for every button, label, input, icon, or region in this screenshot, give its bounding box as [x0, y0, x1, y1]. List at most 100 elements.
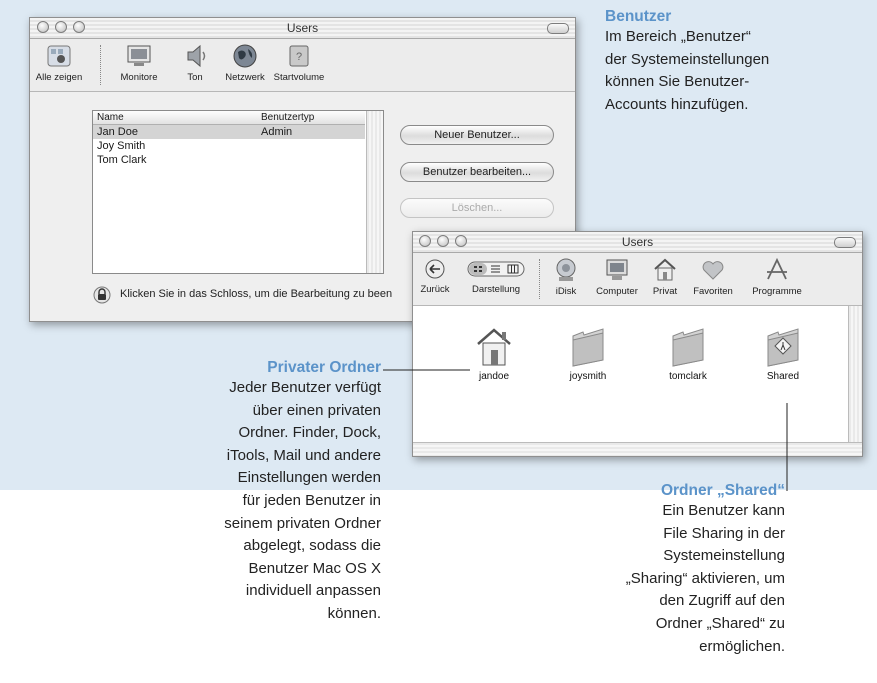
callout-line: Ordner „Shared“ zu — [655, 614, 785, 632]
callout-title: Privater Ordner — [267, 359, 381, 376]
lock-instruction-text: Klicken Sie in das Schloss, um die Bearb… — [120, 288, 393, 300]
startup-disk-label: Startvolume — [273, 72, 325, 83]
finder-content: jandoe joysmith tomclark Shared — [413, 306, 848, 442]
column-header-type[interactable]: Benutzertyp — [261, 112, 314, 123]
show-all-label: Alle zeigen — [35, 72, 83, 83]
computer-label: Computer — [596, 286, 638, 297]
applications-label: Programme — [752, 286, 802, 297]
row-type: Admin — [261, 126, 293, 138]
home-icon — [654, 258, 676, 281]
folder-icon — [572, 328, 604, 367]
folder-item[interactable]: joysmith — [548, 326, 628, 382]
disk-icon: ? — [289, 45, 309, 67]
toolbar-separator — [539, 259, 540, 299]
sound-button[interactable]: Ton — [177, 43, 213, 83]
home-label: Privat — [652, 286, 678, 297]
network-button[interactable]: Netzwerk — [220, 43, 270, 83]
toolbar-toggle-button[interactable] — [834, 237, 856, 248]
show-all-button[interactable]: Alle zeigen — [26, 43, 92, 83]
table-header: Name Benutzertyp — [93, 111, 365, 125]
network-label: Netzwerk — [225, 72, 265, 83]
toolbar-toggle-button[interactable] — [547, 23, 569, 34]
folder-icon — [672, 328, 704, 367]
favorites-button[interactable]: Favoriten — [687, 257, 739, 297]
callout-title: Benutzer — [605, 8, 672, 25]
users-table: Name Benutzertyp Jan Doe Admin Joy Smith… — [92, 110, 384, 274]
callout-line: den Zugriff auf den — [659, 592, 785, 610]
edit-user-button[interactable]: Benutzer bearbeiten... — [400, 162, 554, 182]
callout-line: Im Bereich „Benutzer“ — [605, 28, 751, 45]
idisk-icon — [556, 258, 576, 281]
callout-line: ermöglichen. — [699, 637, 785, 655]
home-folder-icon — [477, 328, 511, 366]
row-name: Tom Clark — [97, 154, 147, 166]
back-label: Zurück — [420, 284, 450, 295]
idisk-label: iDisk — [555, 286, 577, 297]
table-scrollbar[interactable] — [366, 111, 383, 273]
startup-disk-button[interactable]: ? Startvolume — [268, 43, 330, 83]
column-header-name[interactable]: Name — [97, 112, 124, 123]
folder-name: tomclark — [669, 371, 707, 382]
home-button[interactable]: Privat — [645, 257, 685, 297]
vertical-scrollbar[interactable] — [848, 306, 862, 442]
sound-label: Ton — [187, 72, 203, 83]
folder-item[interactable]: Shared — [743, 326, 823, 382]
row-name: Joy Smith — [97, 140, 146, 152]
titlebar[interactable]: Users — [30, 18, 575, 39]
callout-line: Jeder Benutzer verfügt — [229, 379, 381, 396]
new-user-button[interactable]: Neuer Benutzer... — [400, 125, 554, 145]
back-arrow-icon — [425, 259, 445, 279]
delete-user-button[interactable]: Löschen... — [400, 198, 554, 218]
computer-icon — [606, 259, 628, 280]
horizontal-scrollbar[interactable] — [413, 442, 862, 456]
callout-line: Ordner. Finder, Dock, — [238, 424, 381, 442]
callout-line: für jeden Benutzer in — [242, 491, 381, 509]
callout-line: der Systemeinstellungen — [605, 50, 770, 68]
view-mode-icon — [467, 261, 525, 277]
callout-ordner-shared: Ordner „Shared“ Ein Benutzer kann File S… — [520, 482, 785, 658]
table-row[interactable]: Jan Doe Admin — [93, 125, 365, 139]
callout-line: iTools, Mail und andere — [226, 446, 381, 464]
callout-line: Einstellungen werden — [237, 469, 381, 487]
folder-item[interactable]: jandoe — [454, 326, 534, 382]
preferences-toolbar: Alle zeigen Monitore Ton Netzwerk ? Star… — [30, 39, 575, 92]
svg-text:?: ? — [296, 51, 302, 63]
row-name: Jan Doe — [97, 126, 138, 138]
callout-title: Ordner „Shared“ — [660, 482, 785, 499]
callout-line: abgelegt, sodass die — [243, 537, 381, 555]
callout-line: individuell anpassen — [245, 582, 381, 600]
callout-line: Systemeinstellung — [663, 547, 785, 565]
computer-button[interactable]: Computer — [591, 257, 643, 297]
lock-icon[interactable] — [93, 286, 111, 304]
window-title: Users — [286, 21, 319, 35]
folder-name: joysmith — [569, 371, 607, 382]
monitor-icon — [127, 45, 151, 66]
callout-line: File Sharing in der — [663, 524, 785, 542]
shared-folder-icon — [767, 328, 799, 367]
finder-toolbar: Zurück Darstellung iDisk Computer Privat… — [413, 253, 862, 306]
favorites-label: Favoriten — [693, 286, 733, 297]
callout-line: können Sie Benutzer- — [605, 73, 750, 91]
monitors-button[interactable]: Monitore — [114, 43, 164, 83]
table-row[interactable]: Tom Clark — [93, 153, 365, 167]
toolbar-separator — [100, 45, 101, 85]
table-row[interactable]: Joy Smith — [93, 139, 365, 153]
apple-prefs-icon — [47, 45, 71, 67]
window-title: Users — [621, 235, 654, 249]
monitors-label: Monitore — [120, 72, 158, 83]
callout-benutzer: Benutzer Im Bereich „Benutzer“ der Syste… — [605, 8, 865, 116]
idisk-button[interactable]: iDisk — [547, 257, 585, 297]
folder-item[interactable]: tomclark — [648, 326, 728, 382]
titlebar[interactable]: Users — [413, 232, 862, 253]
view-label: Darstellung — [471, 284, 521, 295]
folder-name: Shared — [766, 371, 800, 382]
callout-line: „Sharing“ aktivieren, um — [625, 569, 785, 587]
applications-button[interactable]: Programme — [746, 257, 808, 297]
callout-line: Benutzer Mac OS X — [248, 559, 381, 577]
back-button[interactable]: Zurück — [417, 257, 453, 295]
applications-icon — [767, 257, 787, 280]
view-switcher[interactable]: Darstellung — [461, 257, 531, 295]
callout-line: seinem privaten Ordner — [224, 514, 381, 532]
callout-line: Ein Benutzer kann — [662, 502, 785, 519]
heart-icon — [702, 261, 724, 280]
